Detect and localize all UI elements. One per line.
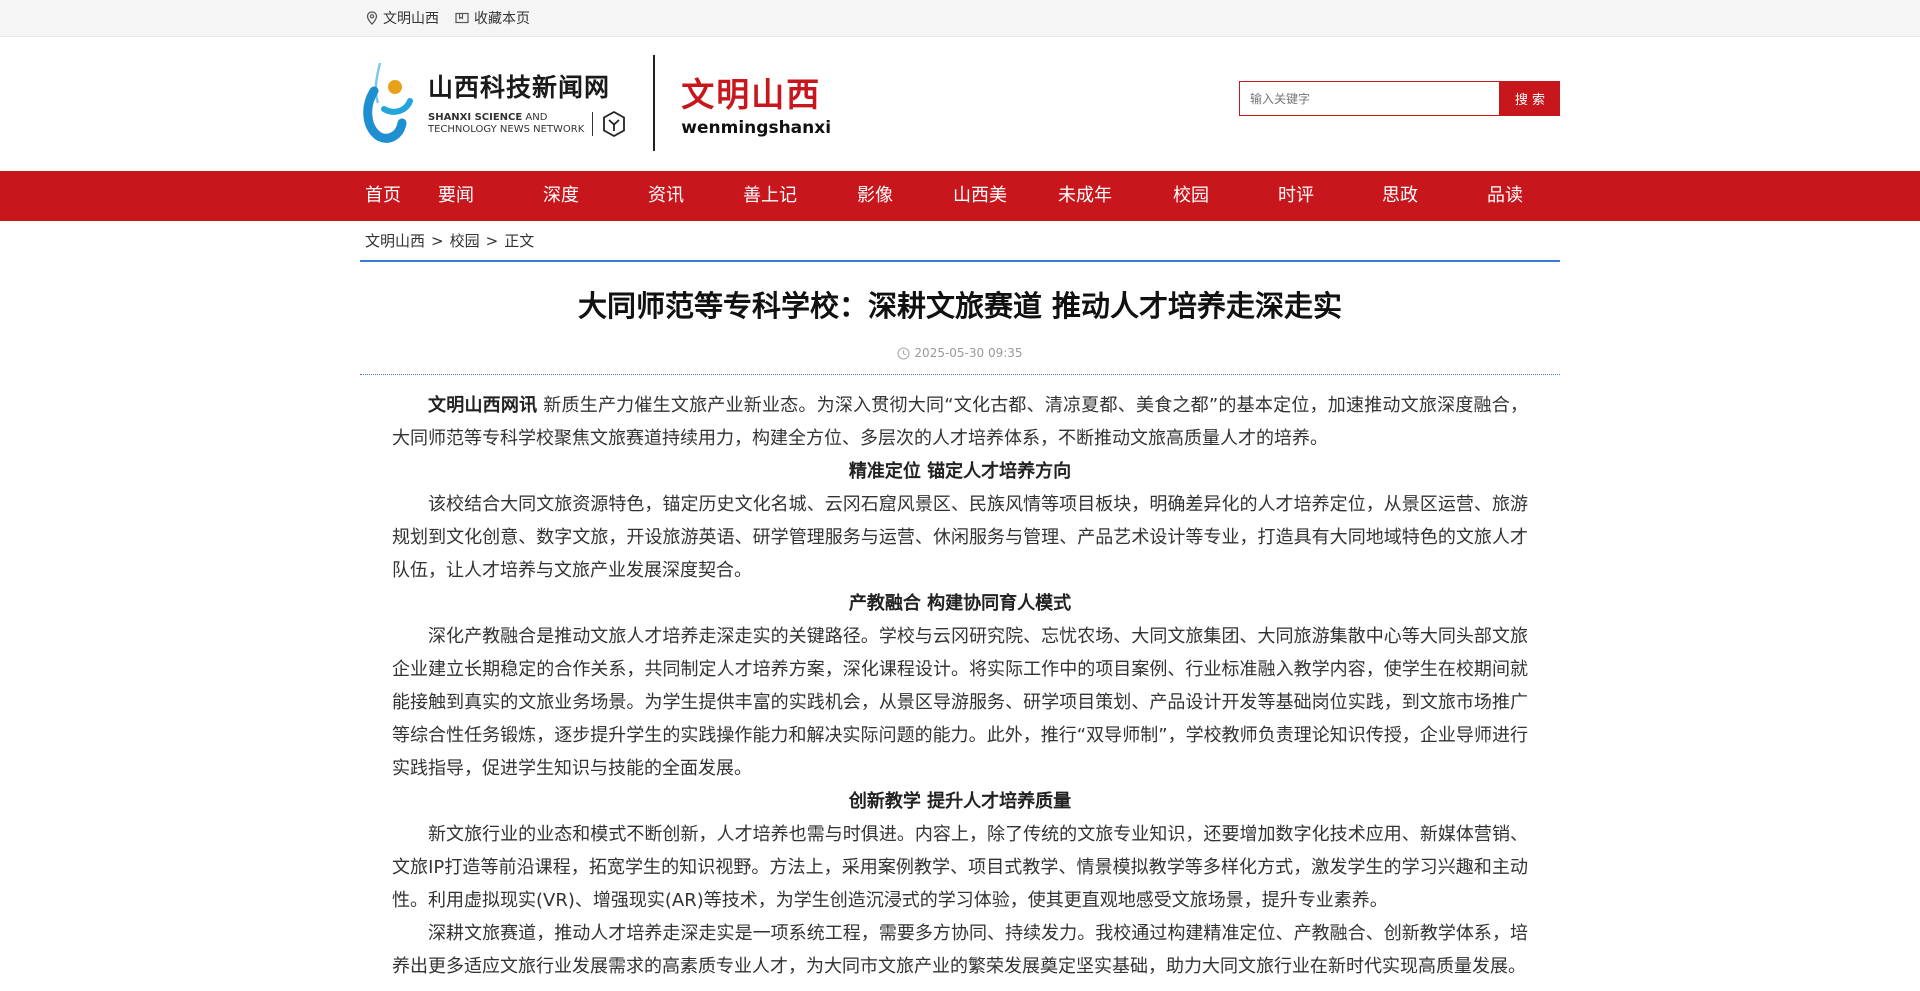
nav-item-depth[interactable]: 深度: [543, 171, 579, 221]
nav-item-ideology[interactable]: 思政: [1382, 171, 1418, 221]
top-utility-bar: 文明山西 收藏本页: [0, 0, 1920, 37]
location-label: 文明山西: [383, 11, 439, 27]
nav-item-campus[interactable]: 校园: [1173, 171, 1209, 221]
nav-item-good-deeds[interactable]: 善上记: [743, 171, 797, 221]
article-subheading: 精准定位 锚定人才培养方向: [848, 461, 1072, 482]
logo-subtitle: SHANXI SCIENCE AND TECHNOLOGY NEWS NETWO…: [428, 112, 584, 136]
article-title: 大同师范等专科学校：深耕文旅赛道 推动人才培养走深走实: [577, 289, 1343, 323]
logo-subtitle-line2: TECHNOLOGY NEWS NETWORK: [428, 124, 585, 135]
main-content: 文明山西 > 校园 > 正文 大同师范等专科学校：深耕文旅赛道 推动人才培养走深走实 2…: [360, 221, 1560, 983]
site-header: 山西科技新闻网 SHANXI SCIENCE AND TECHNOLOGY NE…: [0, 37, 1920, 171]
nav-item-home[interactable]: 首页: [365, 171, 401, 221]
nav-item-commentary[interactable]: 时评: [1278, 171, 1314, 221]
search-input[interactable]: [1239, 81, 1500, 116]
nav-item-shanxi-beauty[interactable]: 山西美: [953, 171, 1007, 221]
nav-item-news[interactable]: 要闻: [438, 171, 474, 221]
brand-title: 文明山西: [681, 75, 822, 114]
breadcrumb-sep: >: [431, 232, 444, 250]
nav-item-images[interactable]: 影像: [857, 171, 893, 221]
nav-item-info[interactable]: 资讯: [648, 171, 684, 221]
breadcrumb-item-home[interactable]: 文明山西: [365, 232, 425, 250]
search-button[interactable]: 搜 索: [1500, 81, 1560, 116]
breadcrumb-item-campus[interactable]: 校园: [450, 232, 480, 250]
article-meta: 2025-05-30 09:35: [360, 346, 1560, 360]
logo-divider: [653, 55, 656, 151]
article-subheading: 创新教学 提升人才培养质量: [848, 791, 1072, 812]
article-paragraph: 文明山西网讯 新质生产力催生文旅产业新业态。为深入贯彻大同“文化古都、清凉夏都、…: [392, 389, 1528, 455]
article-paragraph: 深耕文旅赛道，推动人才培养走深走实是一项系统工程，需要多方协同、持续发力。我校通…: [392, 923, 1528, 977]
logo-subtitle-rest: AND: [522, 112, 548, 123]
article-paragraph: 新文旅行业的业态和模式不断创新，人才培养也需与时俱进。内容上，除了传统的文旅专业…: [392, 824, 1528, 911]
article-paragraph: 深化产教融合是推动文旅人才培养走深走实的关键路径。学校与云冈研究院、忘忧农场、大…: [392, 626, 1528, 779]
bookmark-link[interactable]: 收藏本页: [455, 8, 530, 28]
logo-small-divider: [592, 112, 594, 136]
bookmark-label: 收藏本页: [474, 11, 530, 27]
article-subheading: 产教融合 构建协同育人模式: [848, 593, 1072, 614]
nav-item-reading[interactable]: 品读: [1487, 171, 1523, 221]
brand-block: 文明山西 wenmingshanxi: [681, 68, 831, 138]
logo-subtitle-bold: SHANXI SCIENCE: [428, 112, 523, 123]
breadcrumb-sep: >: [485, 232, 499, 250]
nav-item-minors[interactable]: 未成年: [1058, 171, 1112, 221]
site-logo[interactable]: 山西科技新闻网 SHANXI SCIENCE AND TECHNOLOGY NE…: [360, 55, 831, 151]
article-lead-source: 文明山西网讯: [428, 395, 538, 416]
search-bar: 搜 索: [1239, 81, 1560, 116]
location-link[interactable]: 文明山西: [366, 8, 439, 28]
main-nav: 首页 要闻 深度 资讯 善上记 影像 山西美 未成年 校园 时评 思政 品读: [0, 171, 1920, 221]
hexagon-emblem-icon: [603, 110, 626, 138]
article-paragraph: 该校结合大同文旅资源特色，锚定历史文化名城、云冈石窟风景区、民族风情等项目板块，…: [392, 494, 1528, 581]
breadcrumb-item-current: 正文: [504, 232, 535, 250]
article-lead-text: 新质生产力催生文旅产业新业态。为深入贯彻大同“文化古都、清凉夏都、美食之都”的基…: [392, 395, 1528, 449]
article-date: 2025-05-30 09:35: [914, 346, 1023, 360]
logo-title: 山西科技新闻网: [428, 73, 611, 102]
clock-icon: [897, 346, 910, 360]
location-pin-icon: [366, 11, 378, 25]
bookmark-icon: [455, 12, 469, 24]
breadcrumb: 文明山西 > 校园 > 正文: [360, 221, 1560, 262]
logo-emblem-icon: [363, 62, 413, 143]
brand-subtitle: wenmingshanxi: [681, 118, 832, 138]
article-body: 文明山西网讯 新质生产力催生文旅产业新业态。为深入贯彻大同“文化古都、清凉夏都、…: [360, 375, 1560, 983]
